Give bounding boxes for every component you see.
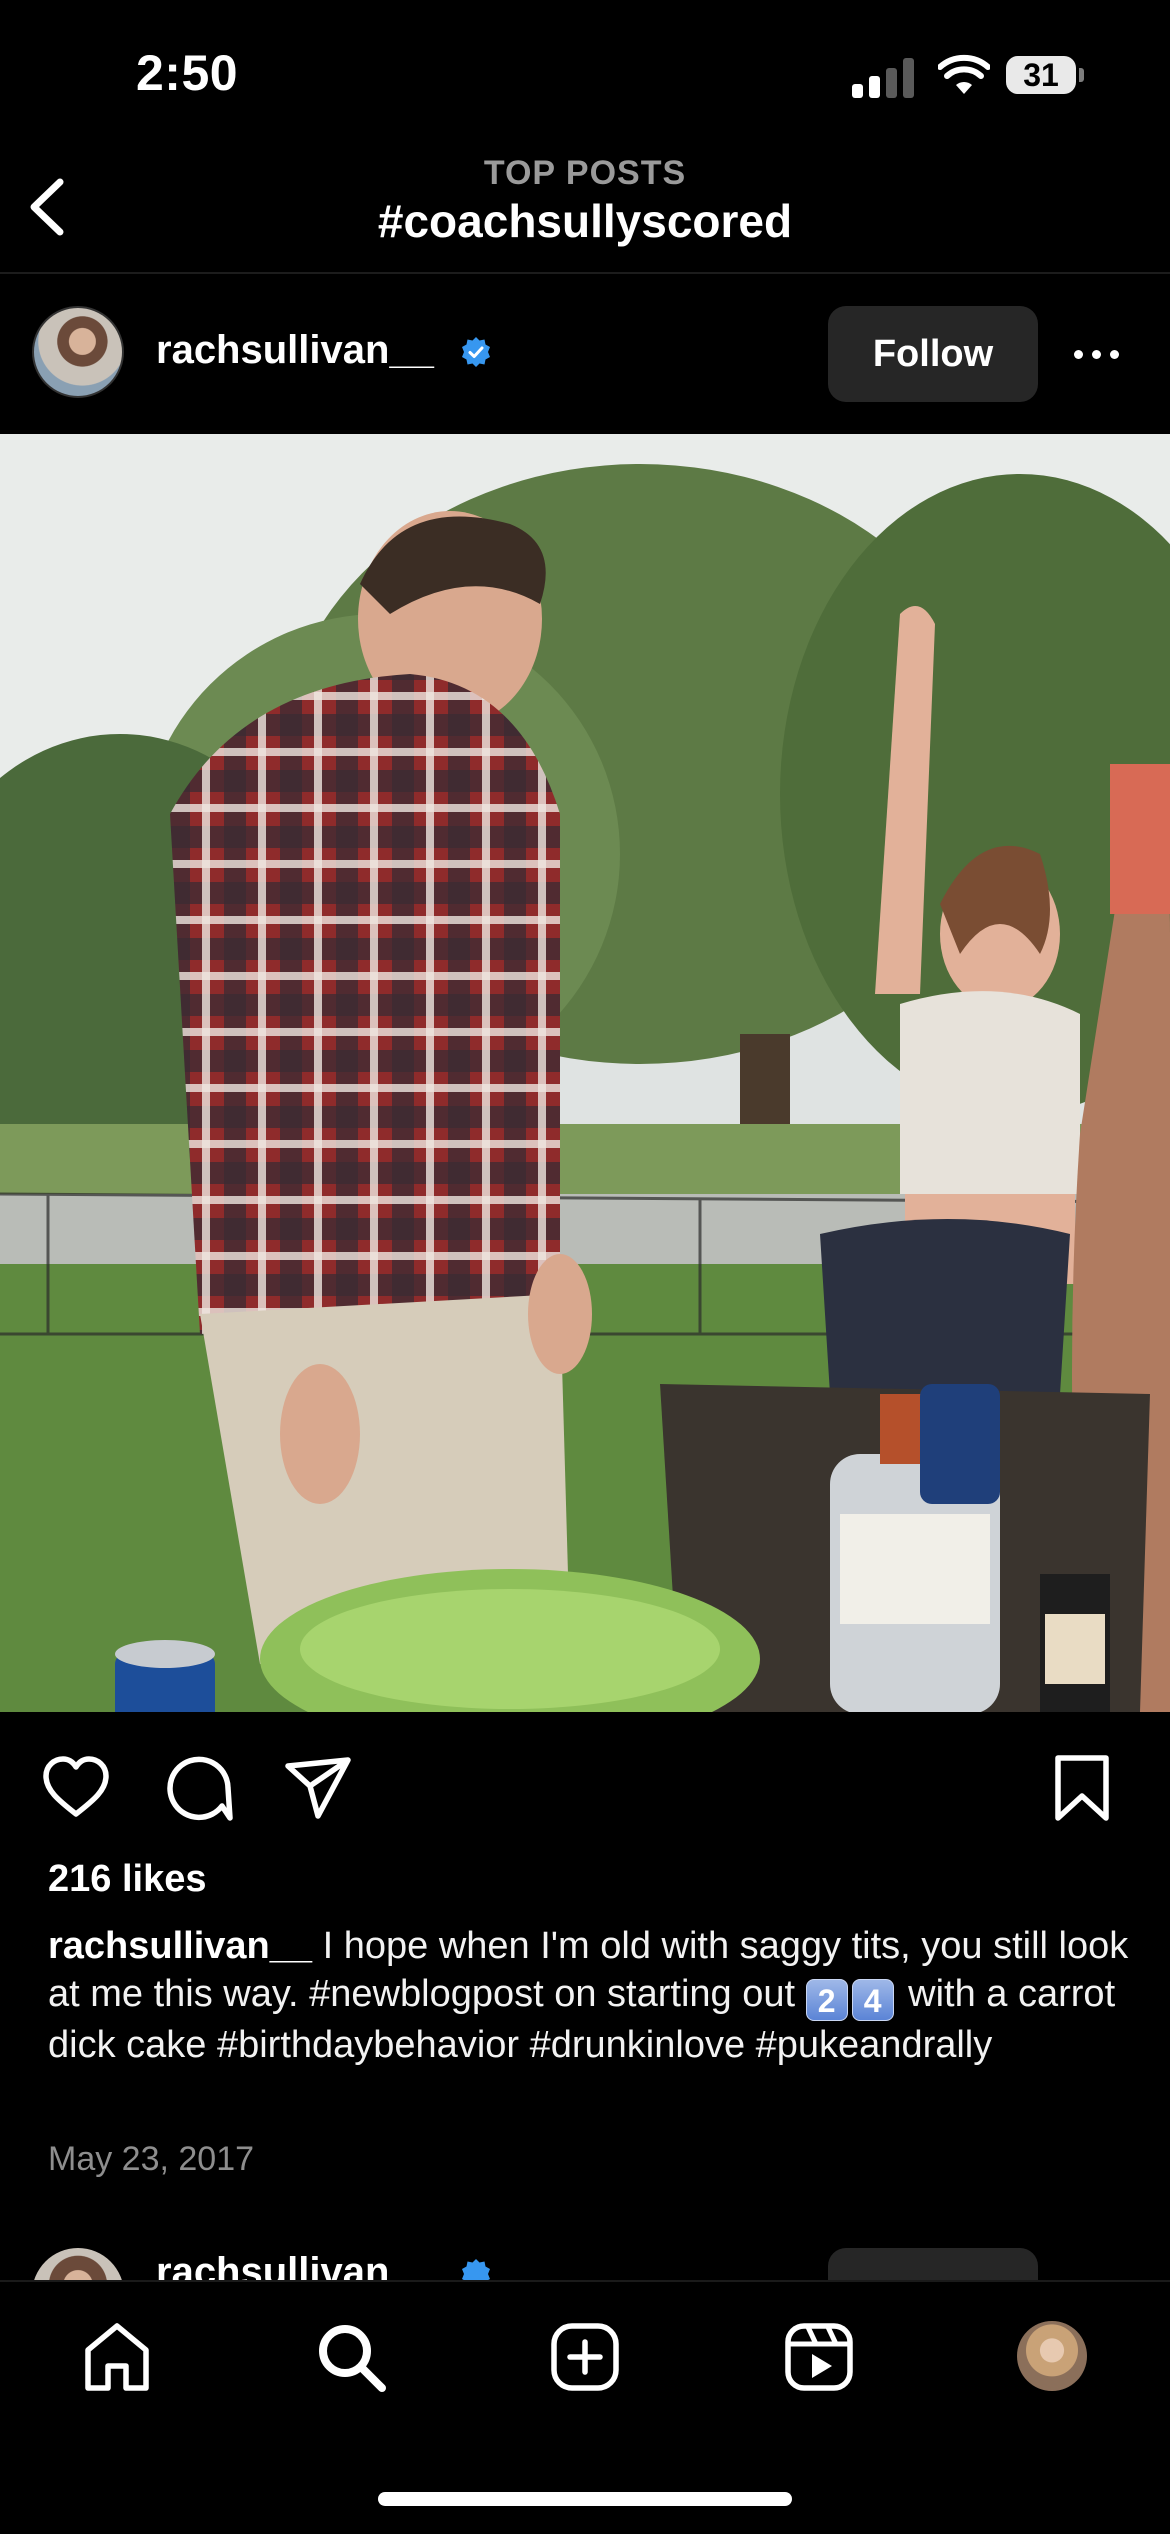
post-date: May 23, 2017 [48, 2140, 255, 2178]
keycap-digit: 4 [851, 1979, 894, 2021]
search-icon[interactable] [314, 2320, 388, 2394]
caption-username[interactable]: rachsullivan__ [48, 1925, 312, 1967]
wifi-icon [938, 54, 990, 94]
next-post-header: rachsullivan__ [0, 2230, 1170, 2280]
follow-button[interactable]: Follow [828, 306, 1038, 402]
post-username[interactable]: rachsullivan__ [156, 328, 434, 373]
likes-count[interactable]: 216 likes [48, 1858, 206, 1901]
home-indicator [378, 2492, 792, 2506]
keycap-digit: 2 [805, 1979, 848, 2021]
battery-icon: 31 [1006, 54, 1086, 98]
send-icon[interactable] [282, 1752, 354, 1824]
next-post-username[interactable]: rachsullivan__ [156, 2250, 434, 2280]
comment-icon[interactable] [162, 1752, 234, 1824]
heart-icon[interactable] [40, 1752, 112, 1824]
cellular-signal-icon [852, 56, 916, 98]
reels-icon[interactable] [782, 2320, 856, 2394]
battery-level: 31 [1006, 56, 1076, 94]
avatar[interactable] [32, 306, 124, 398]
status-time: 2:50 [136, 45, 239, 101]
header-divider [0, 272, 1170, 274]
verified-badge-icon [462, 337, 490, 367]
page-title: #coachsullyscored [377, 195, 793, 247]
bookmark-icon[interactable] [1046, 1752, 1118, 1824]
header-subtitle: TOP POSTS [483, 154, 687, 192]
follow-button[interactable] [828, 2248, 1038, 2280]
more-horizontal-icon[interactable] [1074, 334, 1134, 374]
profile-avatar[interactable] [1017, 2321, 1087, 2391]
post-caption: rachsullivan__ I hope when I'm old with … [48, 1922, 1138, 2069]
create-icon[interactable] [548, 2320, 622, 2394]
verified-badge-icon [462, 2259, 490, 2280]
avatar[interactable] [32, 2248, 124, 2280]
post-photo[interactable] [0, 434, 1170, 1712]
home-icon[interactable] [80, 2320, 154, 2394]
